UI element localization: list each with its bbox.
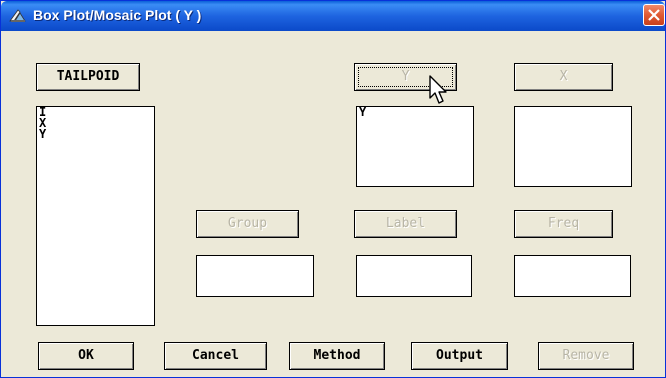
remove-button[interactable]: Remove <box>538 342 634 370</box>
list-item[interactable]: X <box>37 117 154 129</box>
cancel-button[interactable]: Cancel <box>164 342 267 370</box>
y-role-list[interactable]: Y <box>356 106 474 187</box>
list-item[interactable]: Y <box>37 128 154 140</box>
label-role-button[interactable]: Label <box>354 210 457 238</box>
list-item[interactable]: I <box>37 106 154 118</box>
group-role-list[interactable] <box>196 255 314 297</box>
close-button[interactable] <box>643 4 665 26</box>
title-bar[interactable]: Box Plot/Mosaic Plot ( Y ) <box>1 1 665 31</box>
group-role-button[interactable]: Group <box>196 210 299 238</box>
x-role-list[interactable] <box>514 106 632 187</box>
box-plot-dialog: Box Plot/Mosaic Plot ( Y ) TAILPOID I X … <box>0 0 666 378</box>
output-button[interactable]: Output <box>411 342 508 370</box>
dataset-button[interactable]: TAILPOID <box>36 63 140 91</box>
list-item[interactable]: Y <box>357 106 473 118</box>
variables-list[interactable]: I X Y <box>36 106 155 326</box>
freq-role-button[interactable]: Freq <box>514 210 613 238</box>
ok-button[interactable]: OK <box>38 342 134 370</box>
mouse-pointer-icon <box>429 75 447 104</box>
close-icon <box>648 9 660 21</box>
label-role-list[interactable] <box>356 255 472 297</box>
x-role-button[interactable]: X <box>514 63 613 91</box>
freq-role-list[interactable] <box>514 255 631 297</box>
window-title: Box Plot/Mosaic Plot ( Y ) <box>33 7 202 23</box>
plot-icon <box>9 8 27 24</box>
method-button[interactable]: Method <box>289 342 385 370</box>
